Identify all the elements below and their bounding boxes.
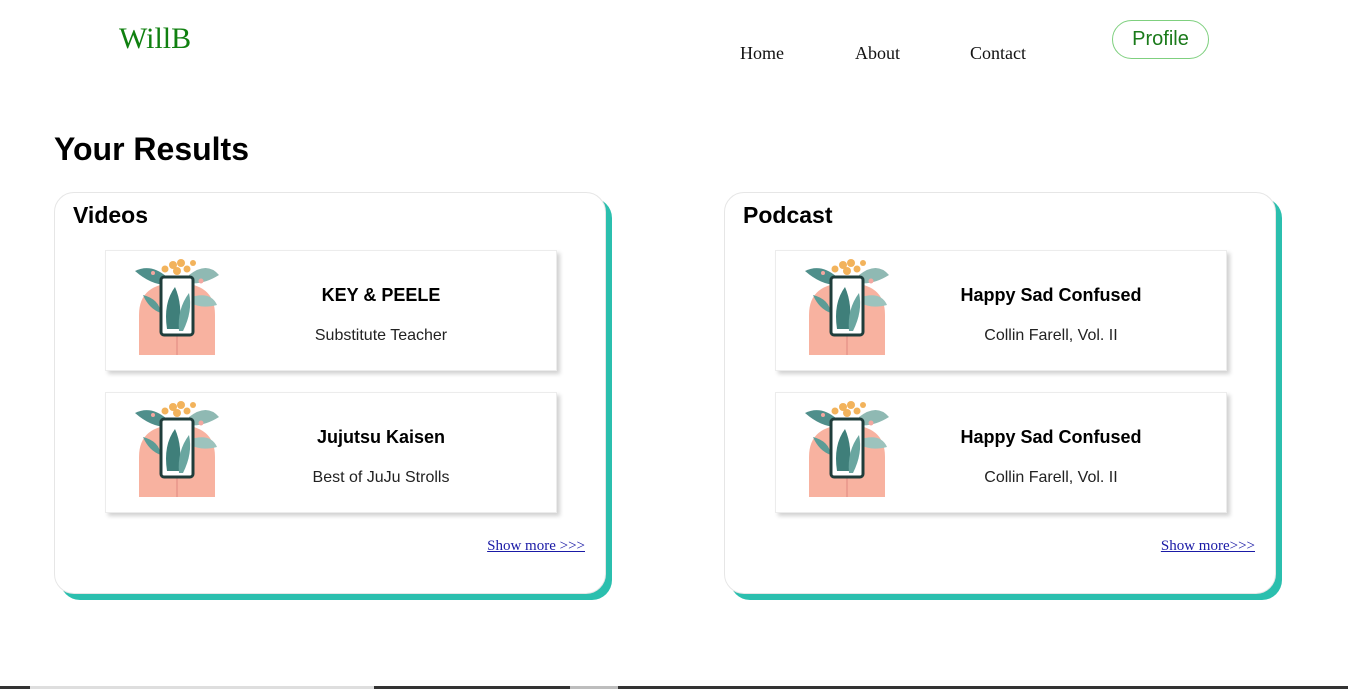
card-subtitle: Best of JuJu Strolls — [312, 469, 450, 486]
show-more-link[interactable]: Show more>>> — [1161, 538, 1255, 555]
card-title: Happy Sad Confused — [960, 427, 1142, 447]
card-subtitle: Collin Farell, Vol. II — [984, 469, 1118, 486]
nav-home-link[interactable]: Home — [740, 43, 784, 64]
videos-panel: Videos KEY & PEELE Substitute Teacher Ju… — [54, 192, 606, 594]
profile-button[interactable]: Profile — [1112, 20, 1209, 59]
result-card[interactable]: KEY & PEELE Substitute Teacher — [105, 250, 557, 371]
phone-plant-illustration — [135, 401, 219, 497]
nav-about-link[interactable]: About — [855, 43, 900, 64]
card-subtitle: Substitute Teacher — [314, 327, 448, 344]
card-title: Happy Sad Confused — [960, 285, 1142, 305]
result-card[interactable]: Happy Sad Confused Collin Farell, Vol. I… — [775, 392, 1227, 513]
brand-logo[interactable]: WillB — [119, 22, 191, 56]
phone-plant-illustration — [135, 259, 219, 355]
panel-title: Videos — [73, 202, 148, 228]
page-title: Your Results — [54, 131, 249, 167]
podcast-panel: Podcast Happy Sad Confused Collin Farell… — [724, 192, 1276, 594]
show-more-link[interactable]: Show more >>> — [487, 538, 585, 555]
panel-title: Podcast — [743, 202, 833, 228]
card-subtitle: Collin Farell, Vol. II — [984, 327, 1118, 344]
nav-contact-link[interactable]: Contact — [970, 43, 1026, 64]
phone-plant-illustration — [805, 259, 889, 355]
phone-plant-illustration — [805, 401, 889, 497]
card-title: KEY & PEELE — [321, 285, 441, 305]
result-card[interactable]: Jujutsu Kaisen Best of JuJu Strolls — [105, 392, 557, 513]
result-card[interactable]: Happy Sad Confused Collin Farell, Vol. I… — [775, 250, 1227, 371]
card-title: Jujutsu Kaisen — [316, 427, 446, 447]
